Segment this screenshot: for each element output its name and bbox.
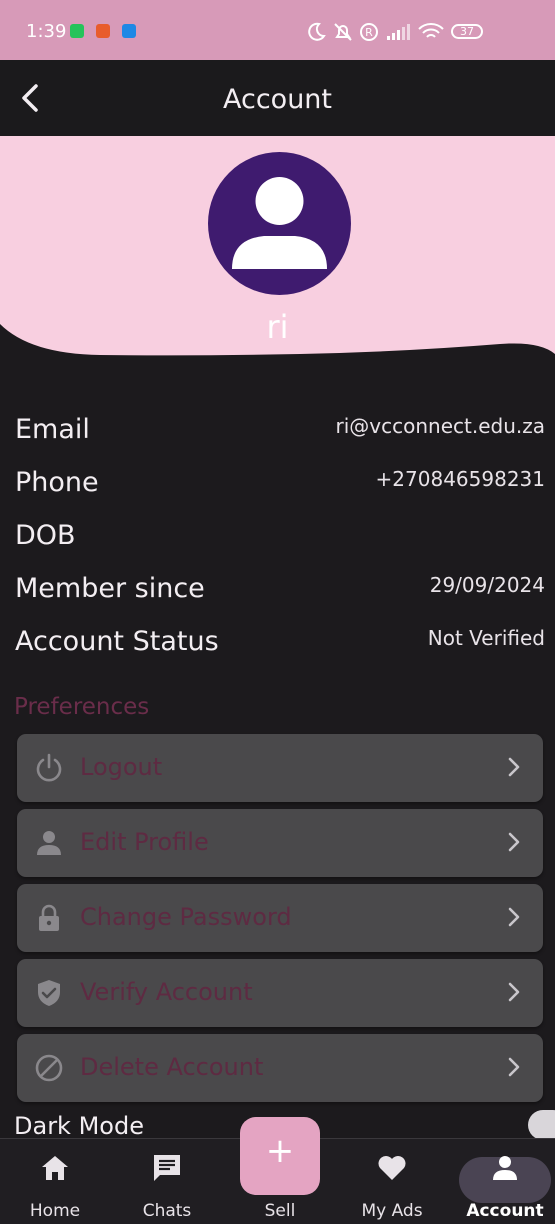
change-password-button[interactable]: Change Password [17, 884, 543, 952]
home-icon [42, 1156, 68, 1180]
dob-label: DOB [15, 520, 76, 551]
mail-icon [122, 24, 136, 38]
phone-label: Phone [15, 467, 99, 498]
preferences-title: Preferences [14, 694, 150, 720]
person-icon [232, 177, 327, 269]
nav-account-label: Account [466, 1201, 544, 1221]
phone-value: +270846598231 [375, 467, 545, 491]
nav-chats[interactable]: Chats [112, 1138, 222, 1224]
nav-sell-label: Sell [264, 1201, 296, 1221]
heart-icon [378, 1156, 406, 1180]
block-icon [35, 1054, 63, 1082]
whatsapp-icon [70, 24, 84, 38]
email-value: ri@vcconnect.edu.za [335, 414, 545, 438]
nav-home[interactable]: Home [0, 1138, 110, 1224]
chevron-right-icon [508, 907, 520, 927]
chevron-right-icon [508, 982, 520, 1002]
lock-icon [39, 904, 59, 931]
verify-account-button[interactable]: Verify Account [17, 959, 543, 1027]
app-bar: Account [0, 60, 555, 136]
profile-name: ri [266, 308, 289, 346]
signal-icon [387, 24, 410, 40]
avatar[interactable] [208, 152, 351, 295]
delete-account-label: Delete Account [80, 1053, 264, 1081]
verify-account-label: Verify Account [80, 978, 253, 1006]
nav-home-label: Home [29, 1201, 81, 1221]
dark-mode-label: Dark Mode [14, 1112, 144, 1140]
nav-account[interactable]: Account [450, 1138, 555, 1224]
svg-text:R: R [365, 26, 373, 39]
edit-profile-label: Edit Profile [80, 828, 209, 856]
account-status-label: Account Status [15, 626, 219, 657]
status-time: 1:39 [26, 21, 67, 42]
chat-icon [154, 1155, 180, 1181]
bell-off-icon [334, 23, 352, 41]
dark-mode-toggle[interactable] [528, 1110, 555, 1140]
person-icon [493, 1156, 517, 1180]
chevron-right-icon [508, 757, 520, 777]
logout-button[interactable]: Logout [17, 734, 543, 802]
member-since-label: Member since [15, 573, 205, 604]
status-bar: 1:39 R 37 [0, 0, 555, 60]
delete-account-button[interactable]: Delete Account [17, 1034, 543, 1102]
edit-profile-button[interactable]: Edit Profile [17, 809, 543, 877]
account-status-value: Not Verified [427, 626, 545, 650]
nav-my-ads[interactable]: My Ads [337, 1138, 447, 1224]
slides-icon [96, 24, 110, 38]
logout-label: Logout [80, 753, 163, 781]
chevron-right-icon [508, 1057, 520, 1077]
shield-check-icon [38, 980, 60, 1006]
person-icon [37, 831, 61, 855]
chevron-right-icon [508, 832, 520, 852]
member-since-value: 29/09/2024 [429, 573, 545, 597]
registered-icon: R [360, 23, 378, 41]
nav-sell[interactable]: Sell [225, 1138, 335, 1224]
moon-icon [308, 22, 326, 41]
power-icon [36, 753, 62, 782]
battery-icon: 37 [451, 24, 483, 39]
page-title: Account [222, 84, 332, 115]
change-password-label: Change Password [80, 903, 292, 931]
nav-chats-label: Chats [142, 1201, 192, 1221]
nav-my-ads-label: My Ads [361, 1201, 423, 1221]
email-label: Email [15, 414, 90, 445]
wifi-icon [418, 23, 444, 38]
